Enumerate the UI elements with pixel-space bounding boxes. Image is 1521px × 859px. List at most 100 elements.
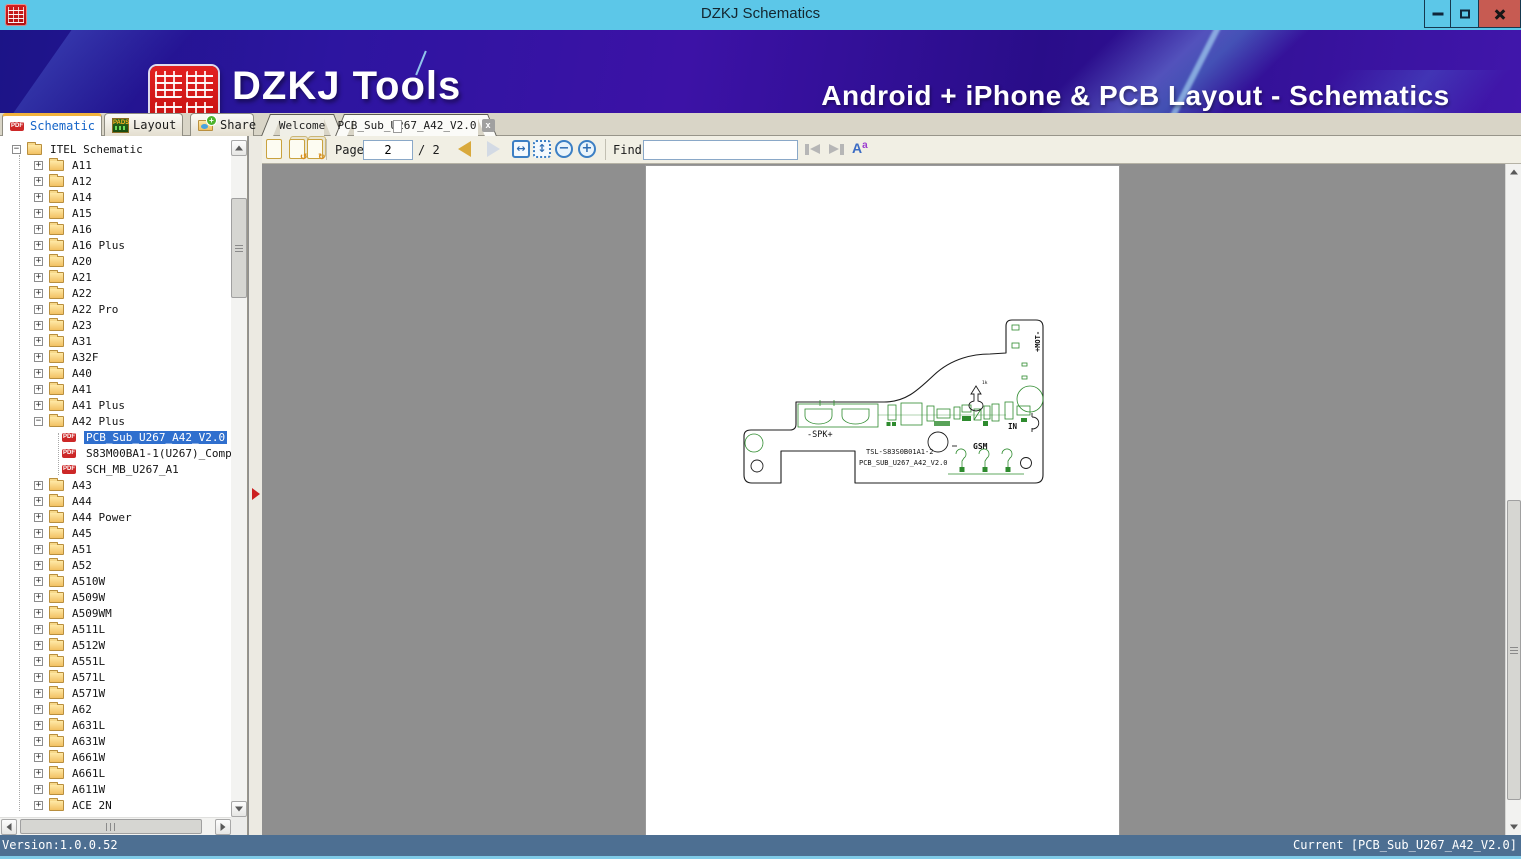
tree-item[interactable]: PDF S83M00BA1-1(U267)_Compone [0,445,231,461]
doc-tab-welcome[interactable]: Welcome [261,114,343,136]
tree-item[interactable]: + A43 [0,477,231,493]
expand-expander-icon[interactable]: + [34,624,43,634]
document-vertical-scrollbar[interactable] [1505,164,1521,835]
zoom-in-icon[interactable]: + [578,140,596,158]
tree-item[interactable]: + A661W [0,749,231,765]
tree-item[interactable]: + A512W [0,637,231,653]
tree-item[interactable]: + A31 [0,333,231,349]
expand-expander-icon[interactable]: + [34,576,43,586]
tree-item[interactable]: + A571W [0,685,231,701]
tree-item[interactable]: + A32F [0,349,231,365]
tree-item[interactable]: + A41 [0,381,231,397]
tree-item[interactable]: + A509WM [0,605,231,621]
document-viewer[interactable]: -SPK+ TSL-S83S0B01A1-2 PCB_SUB_U267_A42_… [262,164,1521,835]
scroll-down-icon[interactable] [231,801,247,817]
rotate-right-page-icon[interactable]: ↻ [307,139,325,162]
tab-share[interactable]: + Share [190,113,256,136]
tree-item[interactable]: + A16 Plus [0,237,231,253]
tree-item[interactable]: + A631L [0,717,231,733]
fit-page-icon[interactable]: ↕ [533,140,551,158]
tree-item[interactable]: + A551L [0,653,231,669]
tree-item[interactable]: + A571L [0,669,231,685]
tree-item[interactable]: + A41 Plus [0,397,231,413]
tree-item[interactable]: + A611W [0,781,231,797]
expand-expander-icon[interactable]: + [34,288,43,298]
expand-expander-icon[interactable]: + [34,176,43,186]
tree-item[interactable]: + A15 [0,205,231,221]
expand-expander-icon[interactable]: + [34,304,43,314]
expand-expander-icon[interactable]: + [34,192,43,202]
expand-expander-icon[interactable]: + [34,640,43,650]
tree-item[interactable]: + A22 [0,285,231,301]
tree-item[interactable]: + A44 Power [0,509,231,525]
tree-item[interactable]: + A510W [0,573,231,589]
tree-item[interactable]: + A661L [0,765,231,781]
page-number-input[interactable] [363,140,413,160]
scroll-up-icon[interactable] [231,140,247,156]
find-previous-icon[interactable] [805,143,821,156]
tab-layout[interactable]: PADS Layout [104,113,183,136]
match-case-icon[interactable]: Aa [852,140,872,159]
expand-expander-icon[interactable]: + [34,768,43,778]
tree-item[interactable]: + A52 [0,557,231,573]
expand-expander-icon[interactable]: + [34,256,43,266]
zoom-out-icon[interactable]: − [555,140,573,158]
expand-expander-icon[interactable]: + [34,720,43,730]
expand-expander-icon[interactable]: + [34,224,43,234]
expand-expander-icon[interactable]: + [34,240,43,250]
scroll-right-icon[interactable] [215,819,231,835]
tree-item[interactable]: + A14 [0,189,231,205]
expand-expander-icon[interactable]: + [34,656,43,666]
tree-item[interactable]: + A631W [0,733,231,749]
next-page-icon[interactable] [487,141,500,157]
tree-item[interactable]: + A22 Pro [0,301,231,317]
expand-expander-icon[interactable]: + [34,352,43,362]
tree-item[interactable]: + A45 [0,525,231,541]
expand-expander-icon[interactable]: + [34,400,43,410]
expand-expander-icon[interactable]: + [34,736,43,746]
expand-expander-icon[interactable]: + [34,512,43,522]
tree-vertical-scrollbar[interactable] [231,140,247,817]
tree-item[interactable]: + A511L [0,621,231,637]
tab-schematic[interactable]: PDF Schematic [2,113,402,136]
tree-item[interactable]: + A16 [0,221,231,237]
tree-item[interactable]: + A11 [0,157,231,173]
close-button[interactable] [1478,0,1521,28]
find-next-icon[interactable] [828,143,844,156]
scroll-up-icon[interactable] [1506,164,1521,180]
find-input[interactable] [643,140,798,160]
expand-expander-icon[interactable]: + [34,528,43,538]
expand-expander-icon[interactable]: + [34,608,43,618]
tree-item[interactable]: + A20 [0,253,231,269]
collapse-expander-icon[interactable]: − [12,144,21,154]
tree-item[interactable]: + A40 [0,365,231,381]
tree-item[interactable]: + A21 [0,269,231,285]
tree-horizontal-scrollbar[interactable] [0,817,232,835]
collapse-expander-icon[interactable]: − [34,416,43,426]
expand-expander-icon[interactable]: + [34,672,43,682]
scrollbar-thumb[interactable] [231,198,247,298]
tree-item[interactable]: + A509W [0,589,231,605]
doc-tab-pcb-sub[interactable]: PCB_Sub_U267_A42_V2.0 x [335,114,497,136]
tree-item[interactable]: + ACE 2N [0,797,231,813]
scrollbar-thumb[interactable] [1507,500,1521,800]
scrollbar-thumb[interactable] [20,819,202,834]
rotate-left-page-icon[interactable]: ↺ [289,139,307,162]
expand-expander-icon[interactable]: + [34,384,43,394]
expand-expander-icon[interactable]: + [34,336,43,346]
tree-item[interactable]: − ITEL Schematic [0,141,231,157]
tree-item[interactable]: + A23 [0,317,231,333]
expand-expander-icon[interactable]: + [34,160,43,170]
single-page-icon[interactable] [266,139,282,159]
expand-expander-icon[interactable]: + [34,800,43,810]
expand-expander-icon[interactable]: + [34,480,43,490]
maximize-button[interactable] [1450,0,1479,28]
expand-expander-icon[interactable]: + [34,496,43,506]
tree-item[interactable]: + A51 [0,541,231,557]
panel-splitter[interactable] [249,136,262,835]
splitter-collapse-icon[interactable] [252,488,260,500]
tree-item[interactable]: PDF PCB_Sub_U267_A42_V2.0 [0,429,231,445]
expand-expander-icon[interactable]: + [34,592,43,602]
scroll-left-icon[interactable] [1,819,17,835]
expand-expander-icon[interactable]: + [34,560,43,570]
